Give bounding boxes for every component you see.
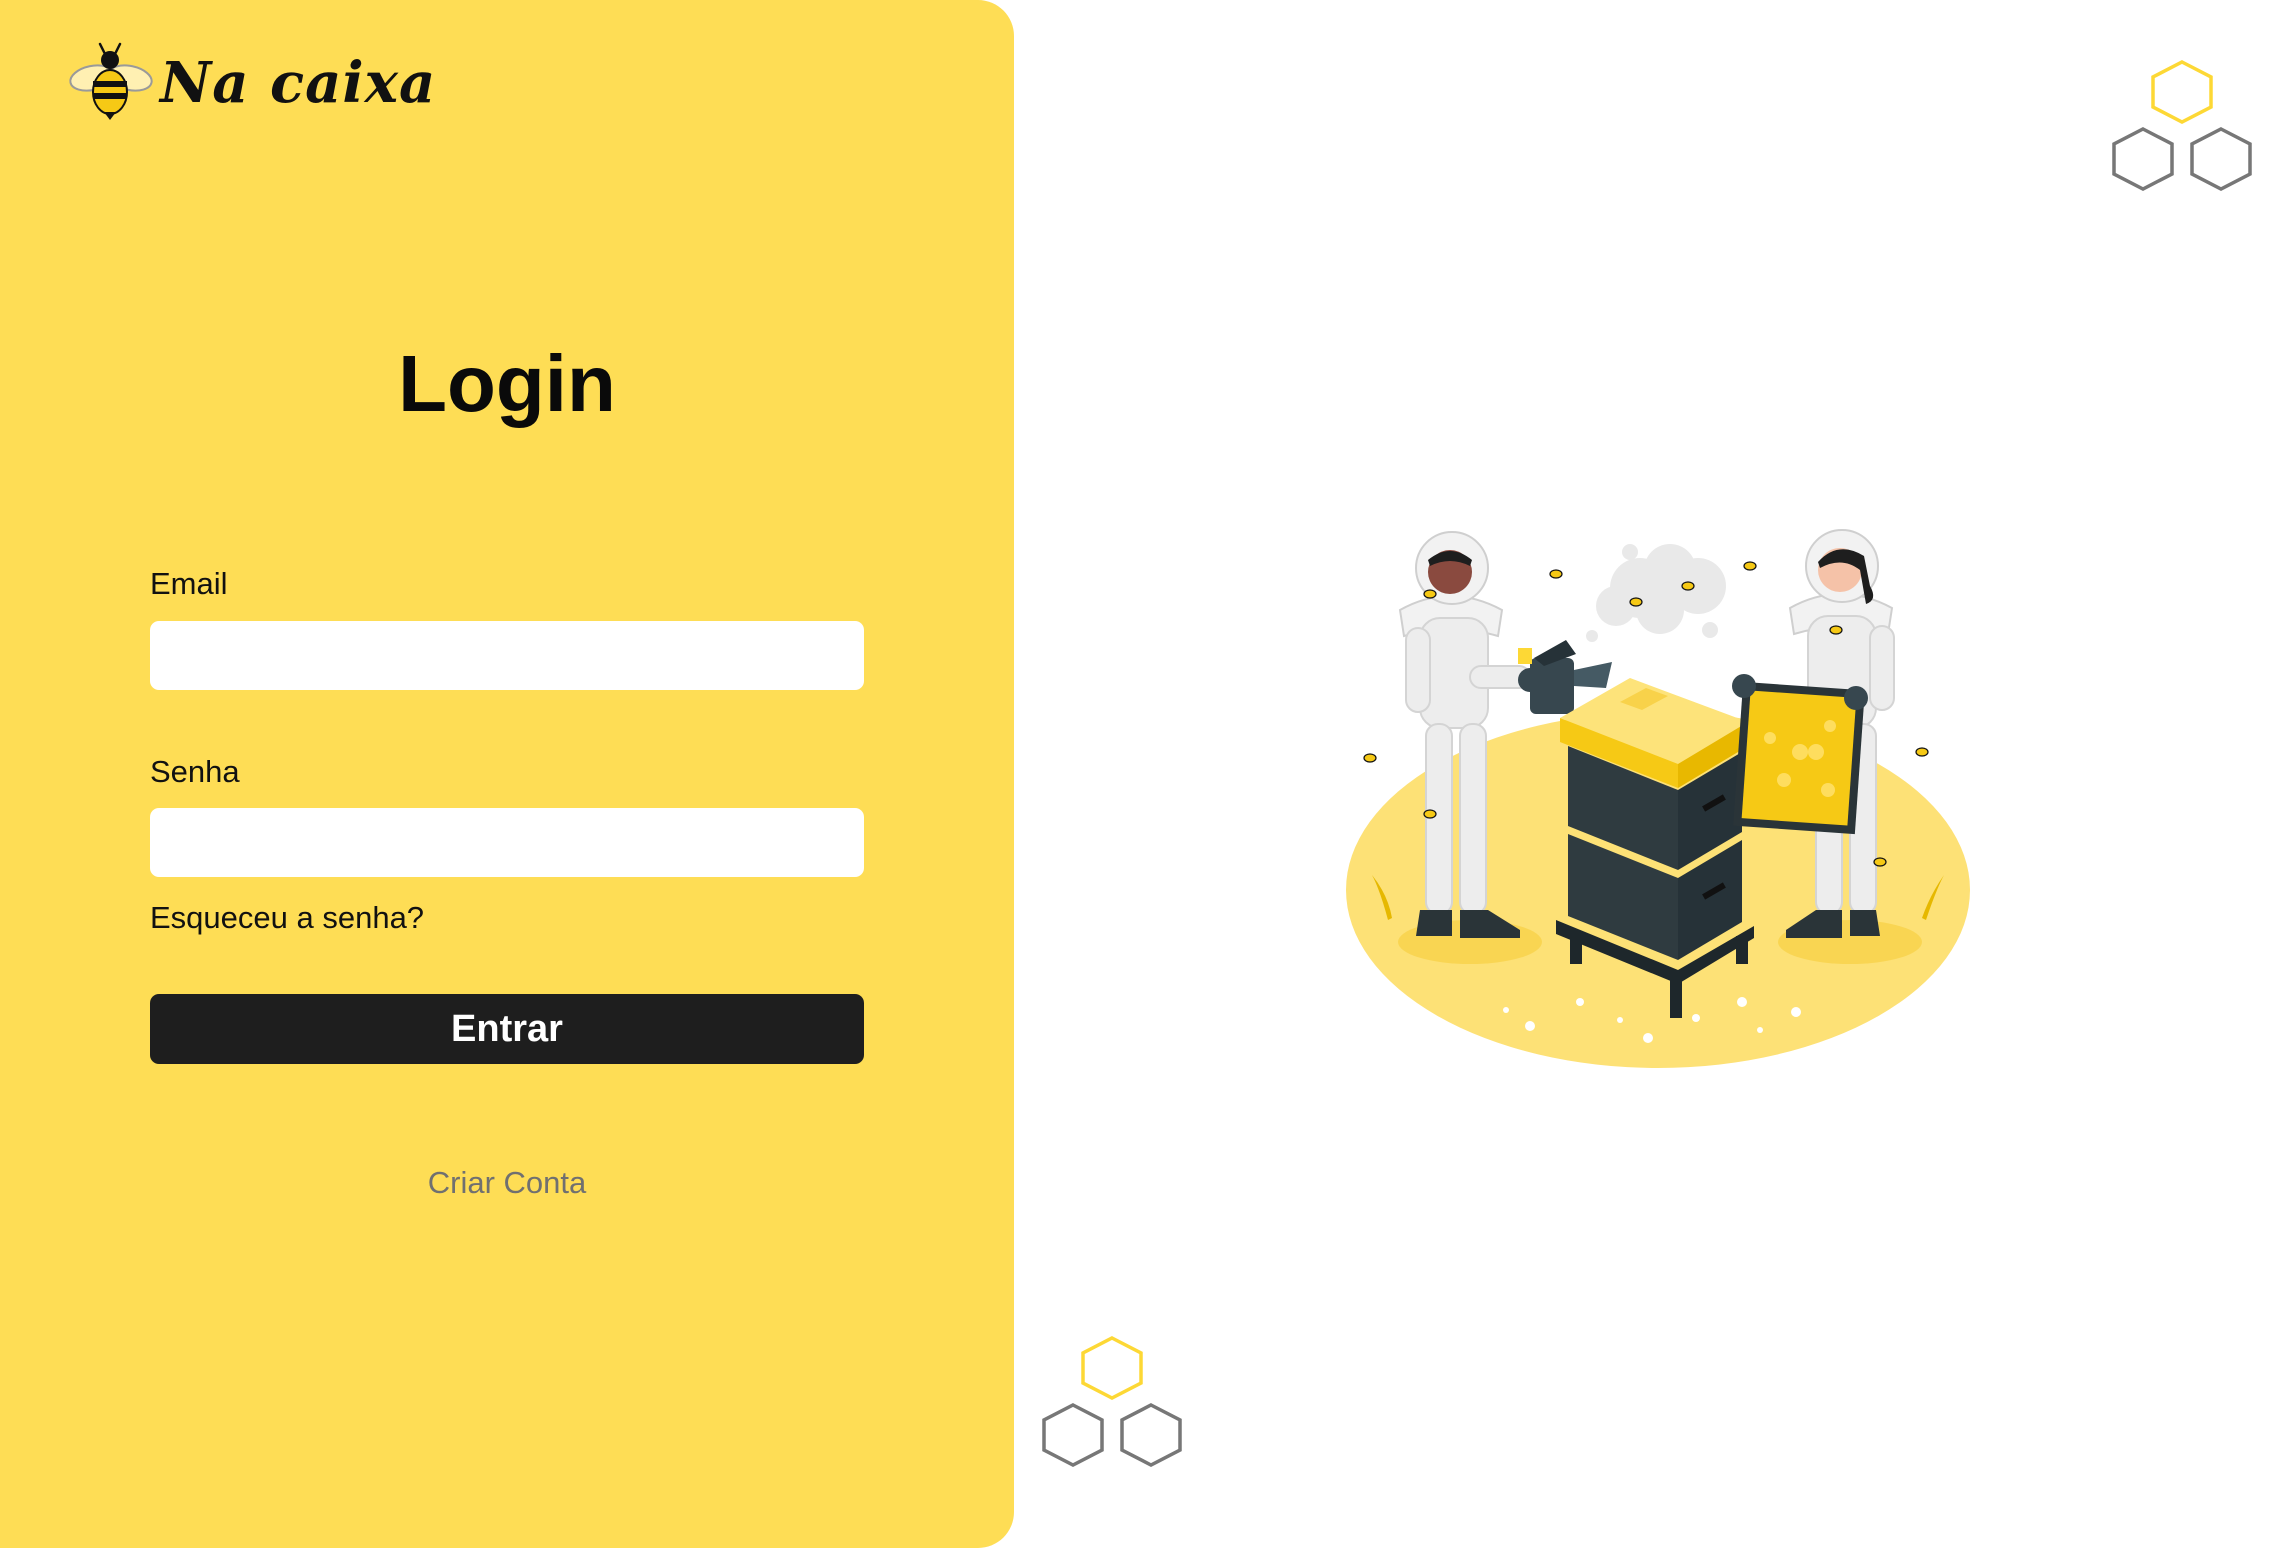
brand-logo[interactable]: Na caixa — [68, 40, 436, 126]
password-field[interactable] — [150, 808, 864, 877]
email-field[interactable] — [150, 621, 864, 690]
login-page: Na caixa Login Email Senha Esqueceu a se… — [0, 0, 2282, 1548]
login-button[interactable]: Entrar — [150, 994, 864, 1064]
forgot-password-link[interactable]: Esqueceu a senha? — [150, 902, 424, 933]
email-label: Email — [150, 566, 228, 601]
page-title: Login — [398, 339, 616, 428]
beekeepers-illustration — [1330, 490, 1990, 1095]
bee-icon — [68, 40, 154, 126]
login-panel: Na caixa Login Email Senha Esqueceu a se… — [0, 0, 1014, 1548]
create-account-link[interactable]: Criar Conta — [0, 1167, 1014, 1198]
honeycomb-icon — [2108, 58, 2258, 213]
honeycomb-icon — [1038, 1334, 1188, 1489]
password-label: Senha — [150, 754, 240, 789]
brand-name: Na caixa — [160, 50, 437, 116]
